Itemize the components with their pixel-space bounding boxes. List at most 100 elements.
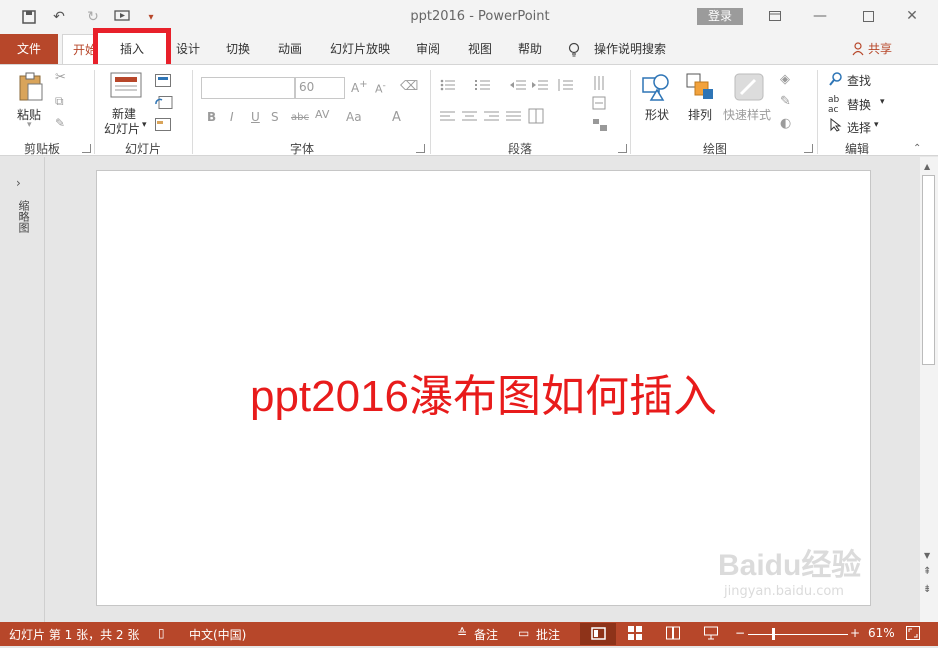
replace-label[interactable]: 替换 (847, 96, 871, 113)
tab-review[interactable]: 审阅 (410, 34, 446, 64)
strikethrough-icon[interactable]: abc (291, 112, 309, 123)
redo-icon[interactable]: ↻ (84, 8, 102, 26)
comments-icon[interactable]: ▭ (518, 626, 529, 640)
paste-icon[interactable] (17, 72, 45, 105)
text-direction-icon[interactable] (592, 75, 606, 94)
shrink-font-icon[interactable]: A- (375, 80, 386, 96)
character-spacing-icon[interactable]: AV (315, 108, 329, 121)
close-icon[interactable]: ✕ (892, 4, 932, 28)
reset-icon[interactable] (155, 96, 175, 113)
slide-sorter-icon[interactable] (628, 626, 642, 643)
bold-icon[interactable]: B (207, 110, 216, 124)
find-label[interactable]: 查找 (847, 72, 871, 89)
minimize-icon[interactable]: — (800, 4, 840, 28)
section-icon[interactable] (155, 118, 179, 135)
font-color-icon[interactable]: A (392, 110, 401, 125)
maximize-icon[interactable] (848, 4, 888, 28)
cut-icon[interactable]: ✂ (55, 70, 66, 85)
select-dropdown-icon[interactable]: ▾ (874, 120, 879, 130)
notes-icon[interactable]: ≙ (457, 626, 467, 640)
tab-file[interactable]: 文件 (0, 34, 58, 64)
quick-styles-icon[interactable] (733, 72, 765, 105)
shape-effects-icon[interactable]: ◐ (780, 116, 791, 131)
shapes-label[interactable]: 形状 (645, 106, 669, 123)
slide-title-text[interactable]: ppt2016瀑布图如何插入 (96, 360, 871, 424)
decrease-indent-icon[interactable] (510, 78, 526, 95)
smartart-icon[interactable] (592, 118, 608, 135)
reading-view-icon[interactable] (666, 626, 680, 643)
align-center-icon[interactable] (462, 110, 478, 125)
zoom-percent[interactable]: 61% (868, 626, 895, 640)
font-size-combobox[interactable]: 60 (295, 77, 345, 99)
justify-icon[interactable] (506, 110, 522, 125)
language-indicator[interactable]: 中文(中国) (189, 626, 246, 643)
tab-help[interactable]: 帮助 (512, 34, 548, 64)
align-text-icon[interactable] (592, 96, 606, 113)
scroll-down-icon[interactable]: ▼ (924, 551, 930, 560)
fit-slide-icon[interactable] (906, 626, 920, 643)
new-slide-dropdown-icon[interactable]: ▾ (142, 120, 147, 130)
drawing-launcher-icon[interactable] (804, 144, 813, 153)
shapes-icon[interactable] (641, 72, 673, 105)
tell-me-search[interactable]: 操作说明搜索 (594, 34, 676, 64)
grow-font-icon[interactable]: A+ (351, 79, 368, 95)
tab-insert[interactable]: 插入 (93, 34, 171, 64)
clear-formatting-icon[interactable]: ⌫ (400, 79, 418, 94)
bullets-icon[interactable] (440, 78, 456, 95)
shape-outline-icon[interactable]: ✎ (780, 94, 791, 109)
find-icon[interactable] (829, 72, 843, 89)
replace-dropdown-icon[interactable]: ▾ (880, 97, 885, 107)
previous-slide-icon[interactable]: ⇞ (923, 566, 931, 577)
font-launcher-icon[interactable] (416, 144, 425, 153)
line-spacing-icon[interactable] (557, 78, 573, 95)
layout-icon[interactable] (155, 74, 175, 91)
shape-fill-icon[interactable]: ◈ (780, 72, 790, 87)
copy-icon[interactable]: ⧉ (55, 94, 64, 109)
next-slide-icon[interactable]: ⇟ (923, 584, 931, 595)
numbering-icon[interactable] (475, 78, 491, 95)
comments-button[interactable]: 批注 (536, 626, 560, 643)
underline-icon[interactable]: U (251, 110, 260, 124)
quick-styles-label[interactable]: 快速样式 (723, 106, 771, 123)
undo-icon[interactable]: ↶ (50, 8, 68, 26)
columns-icon[interactable] (528, 108, 544, 127)
tab-design[interactable]: 设计 (170, 34, 206, 64)
share-button[interactable]: 共享 (868, 34, 892, 64)
notes-button[interactable]: 备注 (474, 626, 498, 643)
tab-animations[interactable]: 动画 (272, 34, 308, 64)
arrange-icon[interactable] (685, 72, 715, 105)
align-left-icon[interactable] (440, 110, 456, 125)
select-label[interactable]: 选择 (847, 119, 871, 136)
tab-view[interactable]: 视图 (462, 34, 498, 64)
zoom-in-icon[interactable]: + (850, 626, 860, 640)
change-case-icon[interactable]: Aa (346, 110, 362, 124)
normal-view-button[interactable] (580, 623, 616, 645)
zoom-slider-thumb[interactable] (772, 628, 775, 640)
text-shadow-icon[interactable]: S (271, 110, 279, 124)
ribbon-display-options-icon[interactable] (755, 4, 795, 28)
zoom-slider-track[interactable] (748, 634, 848, 635)
customize-qat-icon[interactable]: ▾ (142, 8, 160, 26)
select-cursor-icon[interactable] (830, 117, 842, 135)
tab-transitions[interactable]: 切换 (220, 34, 256, 64)
scroll-up-icon[interactable]: ▲ (924, 162, 930, 171)
increase-indent-icon[interactable] (532, 78, 548, 95)
scroll-thumb[interactable] (922, 175, 935, 365)
new-slide-icon[interactable] (110, 72, 142, 103)
align-right-icon[interactable] (484, 110, 500, 125)
slideshow-view-icon[interactable] (704, 626, 718, 643)
paragraph-launcher-icon[interactable] (618, 144, 627, 153)
save-icon[interactable] (20, 8, 38, 26)
spelling-icon[interactable]: ▯ (158, 626, 165, 640)
login-button[interactable]: 登录 (697, 8, 743, 25)
new-slide-label-line2[interactable]: 幻灯片 (104, 120, 140, 137)
collapse-ribbon-icon[interactable]: ⌃ (913, 143, 921, 154)
tab-slideshow[interactable]: 幻灯片放映 (324, 34, 396, 64)
arrange-label[interactable]: 排列 (688, 106, 712, 123)
font-name-combobox[interactable] (201, 77, 295, 99)
paste-dropdown-icon[interactable]: ▾ (27, 120, 32, 130)
expand-thumbnails-icon[interactable]: › (16, 176, 21, 190)
zoom-out-icon[interactable]: − (735, 626, 745, 640)
italic-icon[interactable]: I (230, 110, 234, 124)
start-from-beginning-icon[interactable] (113, 8, 131, 26)
